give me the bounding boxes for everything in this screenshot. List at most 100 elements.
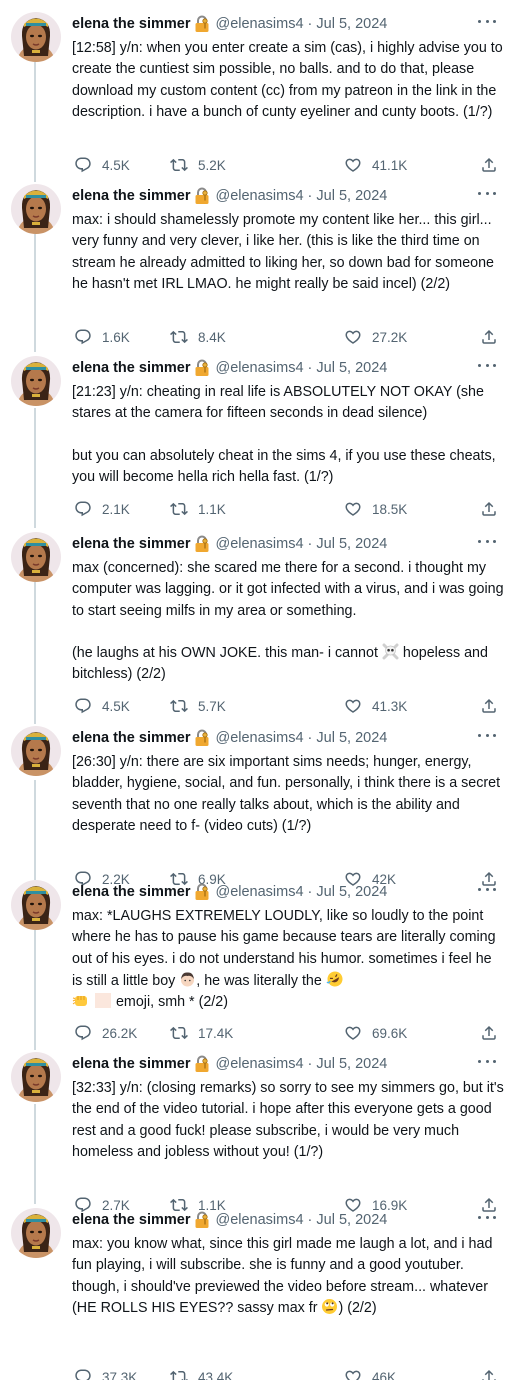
reply-count: 1.6K: [102, 329, 130, 345]
like-icon: [344, 328, 362, 346]
author-name[interactable]: elena the simmer: [72, 188, 190, 204]
avatar[interactable]: [11, 532, 61, 582]
share-button[interactable]: [480, 156, 498, 174]
tweet-date[interactable]: Jul 5, 2024: [316, 1212, 387, 1228]
reply-button[interactable]: 2.1K: [74, 500, 130, 518]
avatar[interactable]: [11, 184, 61, 234]
more-icon[interactable]: [478, 186, 496, 200]
retweet-icon: [170, 1368, 188, 1380]
share-button[interactable]: [480, 697, 498, 715]
tweet[interactable]: elena the simmer @elenasims4 · Jul 5, 2024 […: [0, 12, 512, 180]
tweet[interactable]: elena the simmer @elenasims4 · Jul 5, 2024 m…: [0, 1208, 512, 1380]
avatar[interactable]: [11, 726, 61, 776]
author-name[interactable]: elena the simmer: [72, 1056, 190, 1072]
avatar[interactable]: [11, 12, 61, 62]
like-button[interactable]: 69.6K: [344, 1024, 407, 1042]
more-icon[interactable]: [478, 14, 496, 28]
avatar[interactable]: [11, 880, 61, 930]
tweet[interactable]: elena the simmer @elenasims4 · Jul 5, 2024 m…: [0, 532, 512, 721]
retweet-button[interactable]: 8.4K: [170, 328, 226, 346]
avatar[interactable]: [11, 356, 61, 406]
retweet-count: 43.4K: [198, 1369, 234, 1380]
tweet[interactable]: elena the simmer @elenasims4 · Jul 5, 2024 […: [0, 726, 512, 894]
retweet-button[interactable]: 5.2K: [170, 156, 226, 174]
tweet-date[interactable]: Jul 5, 2024: [316, 360, 387, 376]
tweet-date[interactable]: Jul 5, 2024: [316, 16, 387, 32]
more-icon[interactable]: [478, 534, 496, 548]
tweet-body: [26:30] y/n: there are six important sim…: [72, 752, 504, 837]
like-button[interactable]: 27.2K: [344, 328, 407, 346]
rolling-eyes-emoji: [322, 1298, 338, 1314]
retweet-button[interactable]: 5.7K: [170, 697, 226, 715]
tweet[interactable]: elena the simmer @elenasims4 · Jul 5, 2024 m…: [0, 880, 512, 1048]
tweet-date[interactable]: Jul 5, 2024: [316, 1056, 387, 1072]
author-handle[interactable]: @elenasims4: [215, 1212, 303, 1228]
retweet-icon: [170, 328, 188, 346]
author-name[interactable]: elena the simmer: [72, 1212, 190, 1228]
avatar[interactable]: [11, 1208, 61, 1258]
share-button[interactable]: [480, 1024, 498, 1042]
tweet-header: elena the simmer @elenasims4 · Jul 5, 2024: [72, 882, 387, 902]
tweet-actions: 37.3K 43.4K 46K: [72, 1368, 500, 1380]
share-button[interactable]: [480, 328, 498, 346]
reply-button[interactable]: 1.6K: [74, 328, 130, 346]
author-name[interactable]: elena the simmer: [72, 536, 190, 552]
tweet-date[interactable]: Jul 5, 2024: [316, 188, 387, 204]
tweet-header: elena the simmer @elenasims4 · Jul 5, 2024: [72, 186, 387, 206]
tweet-actions: 26.2K 17.4K 69.6K: [72, 1024, 500, 1044]
tweet[interactable]: elena the simmer @elenasims4 · Jul 5, 2024 […: [0, 356, 512, 524]
reply-button[interactable]: 37.3K: [74, 1368, 137, 1380]
lock-key-emoji-icon: [194, 359, 210, 377]
like-icon: [344, 1024, 362, 1042]
retweet-button[interactable]: 1.1K: [170, 500, 226, 518]
like-button[interactable]: 41.1K: [344, 156, 407, 174]
author-handle[interactable]: @elenasims4: [215, 16, 303, 32]
more-icon[interactable]: [478, 1210, 496, 1224]
reply-button[interactable]: 4.5K: [74, 156, 130, 174]
author-name[interactable]: elena the simmer: [72, 884, 190, 900]
tweet-actions: 1.6K 8.4K 27.2K: [72, 328, 500, 348]
author-handle[interactable]: @elenasims4: [215, 536, 303, 552]
retweet-count: 17.4K: [198, 1025, 234, 1041]
tweet-date[interactable]: Jul 5, 2024: [316, 884, 387, 900]
tweet-header: elena the simmer @elenasims4 · Jul 5, 2024: [72, 14, 387, 34]
more-icon[interactable]: [478, 728, 496, 742]
tweet-body: max (concerned): she scared me there for…: [72, 558, 504, 685]
reply-icon: [74, 328, 92, 346]
reply-button[interactable]: 26.2K: [74, 1024, 137, 1042]
tweet-text: max: i should shamelessly promote my con…: [72, 212, 498, 292]
more-icon[interactable]: [478, 882, 496, 896]
author-handle[interactable]: @elenasims4: [215, 188, 303, 204]
more-icon[interactable]: [478, 358, 496, 372]
like-button[interactable]: 46K: [344, 1368, 396, 1380]
reply-icon: [74, 1368, 92, 1380]
tweet-date[interactable]: Jul 5, 2024: [316, 730, 387, 746]
tweet-date[interactable]: Jul 5, 2024: [316, 536, 387, 552]
author-name[interactable]: elena the simmer: [72, 360, 190, 376]
lock-key-emoji-icon: [194, 883, 210, 901]
retweet-button[interactable]: 43.4K: [170, 1368, 233, 1380]
avatar[interactable]: [11, 1052, 61, 1102]
tweet-text: [12:58] y/n: when you enter create a sim…: [72, 40, 507, 120]
author-name[interactable]: elena the simmer: [72, 730, 190, 746]
author-handle[interactable]: @elenasims4: [215, 1056, 303, 1072]
tweet-text: [26:30] y/n: there are six important sim…: [72, 754, 505, 834]
author-name[interactable]: elena the simmer: [72, 16, 190, 32]
reply-button[interactable]: 4.5K: [74, 697, 130, 715]
tweet[interactable]: elena the simmer @elenasims4 · Jul 5, 2024 m…: [0, 184, 512, 352]
tweet-body: max: *LAUGHS EXTREMELY LOUDLY, like so l…: [72, 906, 504, 1013]
share-button[interactable]: [480, 1368, 498, 1380]
author-handle[interactable]: @elenasims4: [215, 730, 303, 746]
like-icon: [344, 156, 362, 174]
share-button[interactable]: [480, 500, 498, 518]
author-handle[interactable]: @elenasims4: [215, 360, 303, 376]
author-handle[interactable]: @elenasims4: [215, 884, 303, 900]
lock-key-emoji-icon: [194, 729, 210, 747]
tweet-actions: 4.5K 5.7K 41.3K: [72, 697, 500, 717]
like-button[interactable]: 41.3K: [344, 697, 407, 715]
more-icon[interactable]: [478, 1054, 496, 1068]
retweet-button[interactable]: 17.4K: [170, 1024, 233, 1042]
separator: ·: [307, 1212, 313, 1228]
like-button[interactable]: 18.5K: [344, 500, 407, 518]
tweet[interactable]: elena the simmer @elenasims4 · Jul 5, 2024 […: [0, 1052, 512, 1220]
